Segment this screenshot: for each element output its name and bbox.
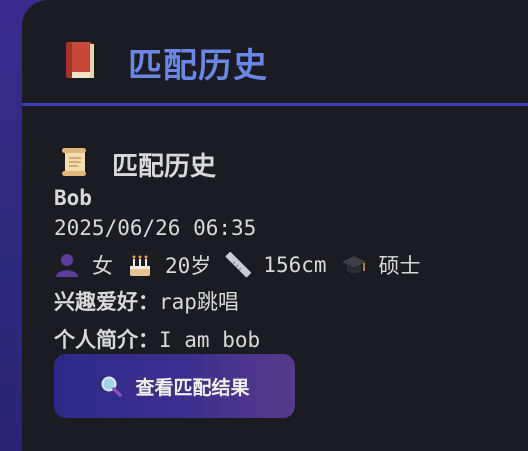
record-name: Bob	[54, 186, 92, 210]
record-gender: 女	[92, 254, 113, 278]
section-title: 匹配历史	[112, 152, 217, 182]
ruler-icon	[225, 252, 252, 278]
view-match-result-label: 查看匹配结果	[135, 376, 250, 399]
scroll-icon	[62, 148, 86, 176]
hobby-label: 兴趣爱好：	[54, 290, 159, 314]
page-header: 匹配历史	[22, 0, 528, 106]
person-icon	[56, 254, 78, 277]
record-hobby: 兴趣爱好：rap跳唱	[54, 286, 239, 316]
record-height: 156cm	[263, 253, 327, 277]
graduation-cap-icon	[341, 256, 366, 274]
record-age: 20岁	[165, 254, 212, 278]
page-title: 匹配历史	[128, 46, 268, 86]
history-panel: 匹配历史 匹配历史 Bob 2025/06/26 06:35 女 20岁 156…	[22, 0, 528, 451]
hobby-value: rap跳唱	[159, 290, 239, 314]
book-icon	[66, 42, 94, 78]
record-education: 硕士	[378, 254, 421, 278]
record-time: 2025/06/26 06:35	[54, 216, 257, 240]
magnifier-icon	[101, 376, 123, 397]
intro-value: I am bob	[159, 328, 261, 352]
record-intro: 个人简介：I am bob	[54, 324, 260, 354]
cake-icon	[130, 255, 150, 276]
view-match-result-button[interactable]: 查看匹配结果	[54, 354, 295, 418]
record-attributes: 女 20岁 156cm 硕士	[54, 250, 435, 280]
intro-label: 个人简介：	[54, 328, 159, 352]
